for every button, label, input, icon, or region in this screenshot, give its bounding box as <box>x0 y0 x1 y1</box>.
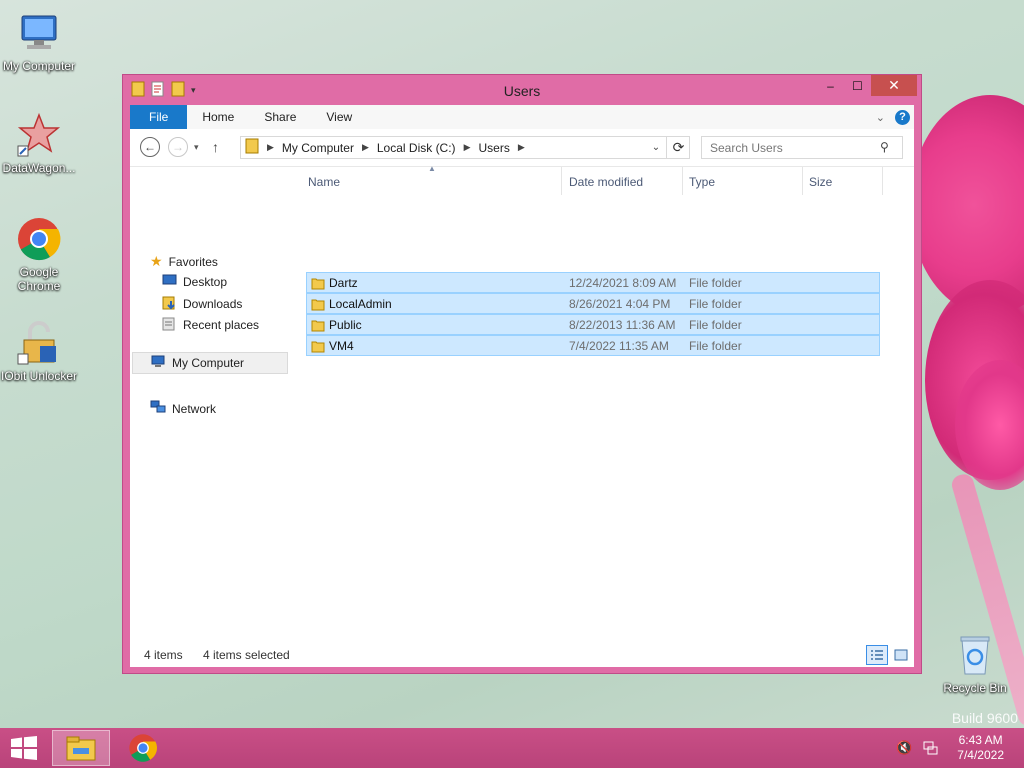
search-input[interactable]: Search Users <box>701 136 903 159</box>
breadcrumb-my-computer[interactable]: My Computer <box>282 141 354 155</box>
details-view-icon <box>871 650 883 660</box>
chrome-icon <box>16 216 62 262</box>
nav-desktop[interactable]: Desktop <box>162 274 227 290</box>
table-row[interactable]: Public 8/22/2013 11:36 AM File folder <box>306 314 880 335</box>
unlocker-icon <box>16 320 62 366</box>
explorer-window[interactable]: ▾ Users – ☐ ✕ File Home Share View ⌄ ? ←… <box>122 74 922 674</box>
table-row[interactable]: VM4 7/4/2022 11:35 AM File folder <box>306 335 880 356</box>
item-count: 4 items <box>144 648 183 662</box>
folder-icon <box>311 276 325 293</box>
navigation-bar: ← → ▾ ↑ ▶ My Computer ▶ Local Disk (C:) … <box>130 129 914 167</box>
folder-icon <box>311 297 325 314</box>
breadcrumb-separator-icon[interactable]: ▶ <box>518 142 525 153</box>
column-divider[interactable] <box>561 167 562 195</box>
table-row[interactable]: Dartz 12/24/2021 8:09 AM File folder <box>306 272 880 293</box>
large-icons-view-button[interactable] <box>890 645 912 665</box>
details-view-button[interactable] <box>866 645 888 665</box>
file-list: ▲ Name Date modified Type Size Dartz 12/… <box>298 164 914 643</box>
column-divider[interactable] <box>882 167 883 195</box>
sort-ascending-icon: ▲ <box>428 164 436 173</box>
back-button[interactable]: ← <box>140 137 160 157</box>
navigation-pane: ★ Favorites Desktop Downloads Recent pla… <box>130 167 290 643</box>
selection-count: 4 items selected <box>203 648 290 662</box>
tab-share[interactable]: Share <box>249 105 311 129</box>
column-divider[interactable] <box>802 167 803 195</box>
wallpaper-flower <box>910 95 1024 315</box>
folder-icon <box>311 318 325 335</box>
taskbar: 🔇 6:43 AM 7/4/2022 <box>0 728 1024 768</box>
network-icon <box>150 400 166 417</box>
windows-logo-icon <box>11 736 37 760</box>
breadcrumb-separator-icon[interactable]: ▶ <box>362 142 369 153</box>
large-icons-view-icon <box>894 649 908 661</box>
column-header-date-modified[interactable]: Date modified <box>569 175 643 189</box>
tab-home[interactable]: Home <box>187 105 249 129</box>
clock-time: 6:43 AM <box>958 733 1003 747</box>
system-tray: 🔇 <box>896 740 938 759</box>
build-watermark: Build 9600 <box>951 710 1018 726</box>
column-divider[interactable] <box>682 167 683 195</box>
desktop-icon-iobit-unlocker[interactable]: IObit Unlocker <box>0 320 78 383</box>
folder-icon <box>245 138 259 157</box>
computer-icon <box>16 10 62 56</box>
desktop-icon <box>162 274 177 290</box>
ribbon-tabs: File Home Share View ⌄ ? <box>130 105 914 129</box>
breadcrumb-users[interactable]: Users <box>478 141 509 155</box>
chrome-icon <box>129 734 157 762</box>
expand-ribbon-icon[interactable]: ⌄ <box>876 111 885 124</box>
table-row[interactable]: LocalAdmin 8/26/2021 4:04 PM File folder <box>306 293 880 314</box>
desktop-icon-recycle-bin[interactable]: Recycle Bin <box>936 632 1014 695</box>
tab-view[interactable]: View <box>311 105 367 129</box>
desktop-icon-my-computer[interactable]: My Computer <box>0 10 78 73</box>
clock[interactable]: 6:43 AM 7/4/2022 <box>957 733 1004 763</box>
address-bar[interactable]: ▶ My Computer ▶ Local Disk (C:) ▶ Users … <box>240 136 690 159</box>
recent-locations-icon[interactable]: ▾ <box>194 142 199 153</box>
column-header-type[interactable]: Type <box>689 175 715 189</box>
nav-favorites[interactable]: ★ Favorites <box>150 253 218 270</box>
breadcrumb-separator-icon[interactable]: ▶ <box>267 142 274 153</box>
nav-downloads[interactable]: Downloads <box>162 295 242 313</box>
refresh-button[interactable]: ⟳ <box>666 136 690 159</box>
window-title: Users <box>503 83 541 99</box>
file-explorer-icon <box>66 736 96 761</box>
desktop-icon-datawagon[interactable]: DataWagon... <box>0 112 78 175</box>
breadcrumb-separator-icon[interactable]: ▶ <box>464 142 471 153</box>
start-button[interactable] <box>10 736 38 760</box>
desktop-icon-google-chrome[interactable]: Google Chrome <box>0 216 78 293</box>
close-button[interactable]: ✕ <box>871 75 917 96</box>
status-bar: 4 items 4 items selected <box>130 643 914 667</box>
content-area: ★ Favorites Desktop Downloads Recent pla… <box>130 164 914 643</box>
search-icon[interactable]: ⚲ <box>880 140 889 154</box>
network-icon[interactable] <box>922 740 938 759</box>
star-icon: ★ <box>150 253 163 269</box>
title-bar[interactable]: ▾ Users – ☐ ✕ <box>123 75 921 105</box>
datawagon-icon <box>16 112 62 158</box>
computer-icon <box>150 355 166 371</box>
taskbar-google-chrome[interactable] <box>114 730 172 766</box>
address-dropdown-icon[interactable]: ⌄ <box>646 136 666 159</box>
taskbar-file-explorer[interactable] <box>52 730 110 766</box>
forward-button[interactable]: → <box>168 137 188 157</box>
nav-my-computer[interactable]: My Computer <box>132 352 288 374</box>
nav-network[interactable]: Network <box>150 400 216 417</box>
recent-places-icon <box>162 316 177 334</box>
column-header-name[interactable]: Name <box>308 175 340 189</box>
tab-file[interactable]: File <box>130 105 188 129</box>
nav-recent-places[interactable]: Recent places <box>162 316 259 334</box>
help-icon[interactable]: ? <box>895 109 910 125</box>
recycle-bin-icon <box>952 632 998 678</box>
up-button[interactable]: ↑ <box>212 139 219 155</box>
column-header-size[interactable]: Size <box>809 175 832 189</box>
clock-date: 7/4/2022 <box>957 748 1004 762</box>
breadcrumb-local-disk[interactable]: Local Disk (C:) <box>377 141 456 155</box>
volume-muted-icon[interactable]: 🔇 <box>896 740 912 759</box>
maximize-button[interactable]: ☐ <box>844 75 871 96</box>
minimize-button[interactable]: – <box>817 75 844 96</box>
folder-icon <box>311 339 325 356</box>
downloads-icon <box>162 295 177 313</box>
